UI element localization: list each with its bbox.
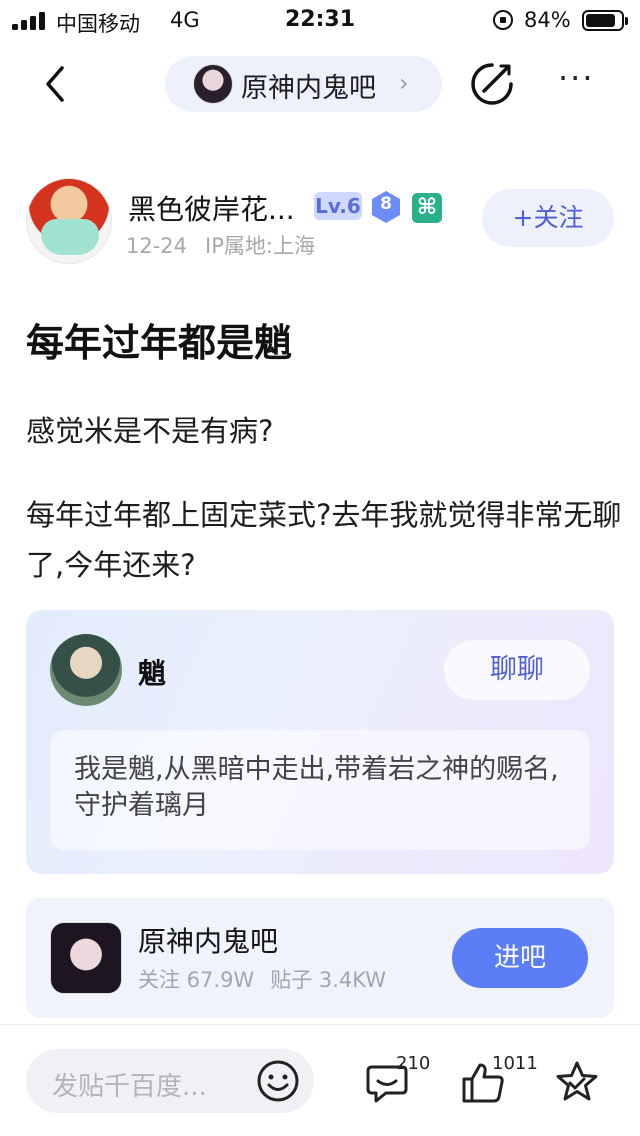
forum-posts: 贴子 3.4KW (270, 968, 387, 992)
forum-card-stats: 关注 67.9W 贴子 3.4KW (138, 964, 402, 994)
top-nav: 原神内鬼吧 › ··· (0, 48, 640, 120)
post-title: 每年过年都是魈 (26, 321, 293, 365)
ai-character-avatar (50, 634, 122, 706)
forum-card-avatar (50, 922, 122, 994)
favorite-star-icon[interactable] (554, 1059, 600, 1105)
post-paragraph: 感觉米是不是有病? (26, 414, 274, 448)
forum-card-name: 原神内鬼吧 (138, 925, 279, 958)
author-avatar[interactable] (26, 178, 112, 264)
like-count: 1011 (492, 1053, 538, 1074)
reply-placeholder: 发贴千百度... (52, 1072, 207, 1102)
follow-button[interactable]: +关注 (482, 189, 614, 247)
forum-header-name: 原神内鬼吧 (241, 73, 376, 104)
bottom-action-bar: 发贴千百度... 210 1011 (0, 1024, 640, 1136)
share-edit-icon[interactable] (468, 60, 516, 108)
status-bar: 中国移动 4G 22:31 84% (0, 0, 640, 42)
battery-percent: 84% (524, 8, 571, 32)
forum-avatar (193, 64, 233, 104)
author-name[interactable]: 黑色彼岸花... (128, 188, 295, 228)
battery-icon (582, 10, 628, 31)
chat-button[interactable]: 聊聊 (444, 640, 590, 700)
ai-intro-bubble: 我是魈,从黑暗中走出,带着岩之神的赐名,守护着璃月 (50, 730, 590, 850)
reply-input[interactable]: 发贴千百度... (26, 1049, 314, 1113)
forum-followers: 关注 67.9W (138, 968, 255, 992)
post-paragraph: 每年过年都上固定菜式?去年我就觉得非常无聊了,今年还来? (26, 498, 622, 582)
ai-character-card[interactable]: 魈 聊聊 我是魈,从黑暗中走出,带着岩之神的赐名,守护着璃月 (26, 610, 614, 874)
rotation-lock-icon (493, 10, 513, 30)
enter-forum-button[interactable]: 进吧 (452, 928, 588, 988)
ip-location: IP属地:上海 (205, 234, 315, 258)
comment-count: 210 (396, 1053, 431, 1074)
gem-badge-number: 8 (380, 194, 392, 214)
post-date: 12-24 (126, 234, 188, 258)
ai-character-name: 魈 (138, 657, 167, 690)
more-menu-button[interactable]: ··· (558, 62, 606, 102)
level-badge: Lv.6 (314, 192, 362, 220)
ai-intro-text: 我是魈,从黑暗中走出,带着岩之神的赐名,守护着璃月 (74, 754, 559, 821)
chevron-left-icon[interactable] (40, 64, 76, 104)
post-meta: 12-24 IP属地:上海 (126, 230, 333, 260)
member-badge-icon: ⌘ (412, 193, 442, 223)
forum-header-button[interactable]: 原神内鬼吧 › (165, 56, 442, 112)
emoji-icon[interactable] (256, 1059, 300, 1103)
chevron-right-icon: › (399, 69, 409, 97)
forum-card[interactable]: 原神内鬼吧 关注 67.9W 贴子 3.4KW 进吧 (26, 898, 614, 1018)
